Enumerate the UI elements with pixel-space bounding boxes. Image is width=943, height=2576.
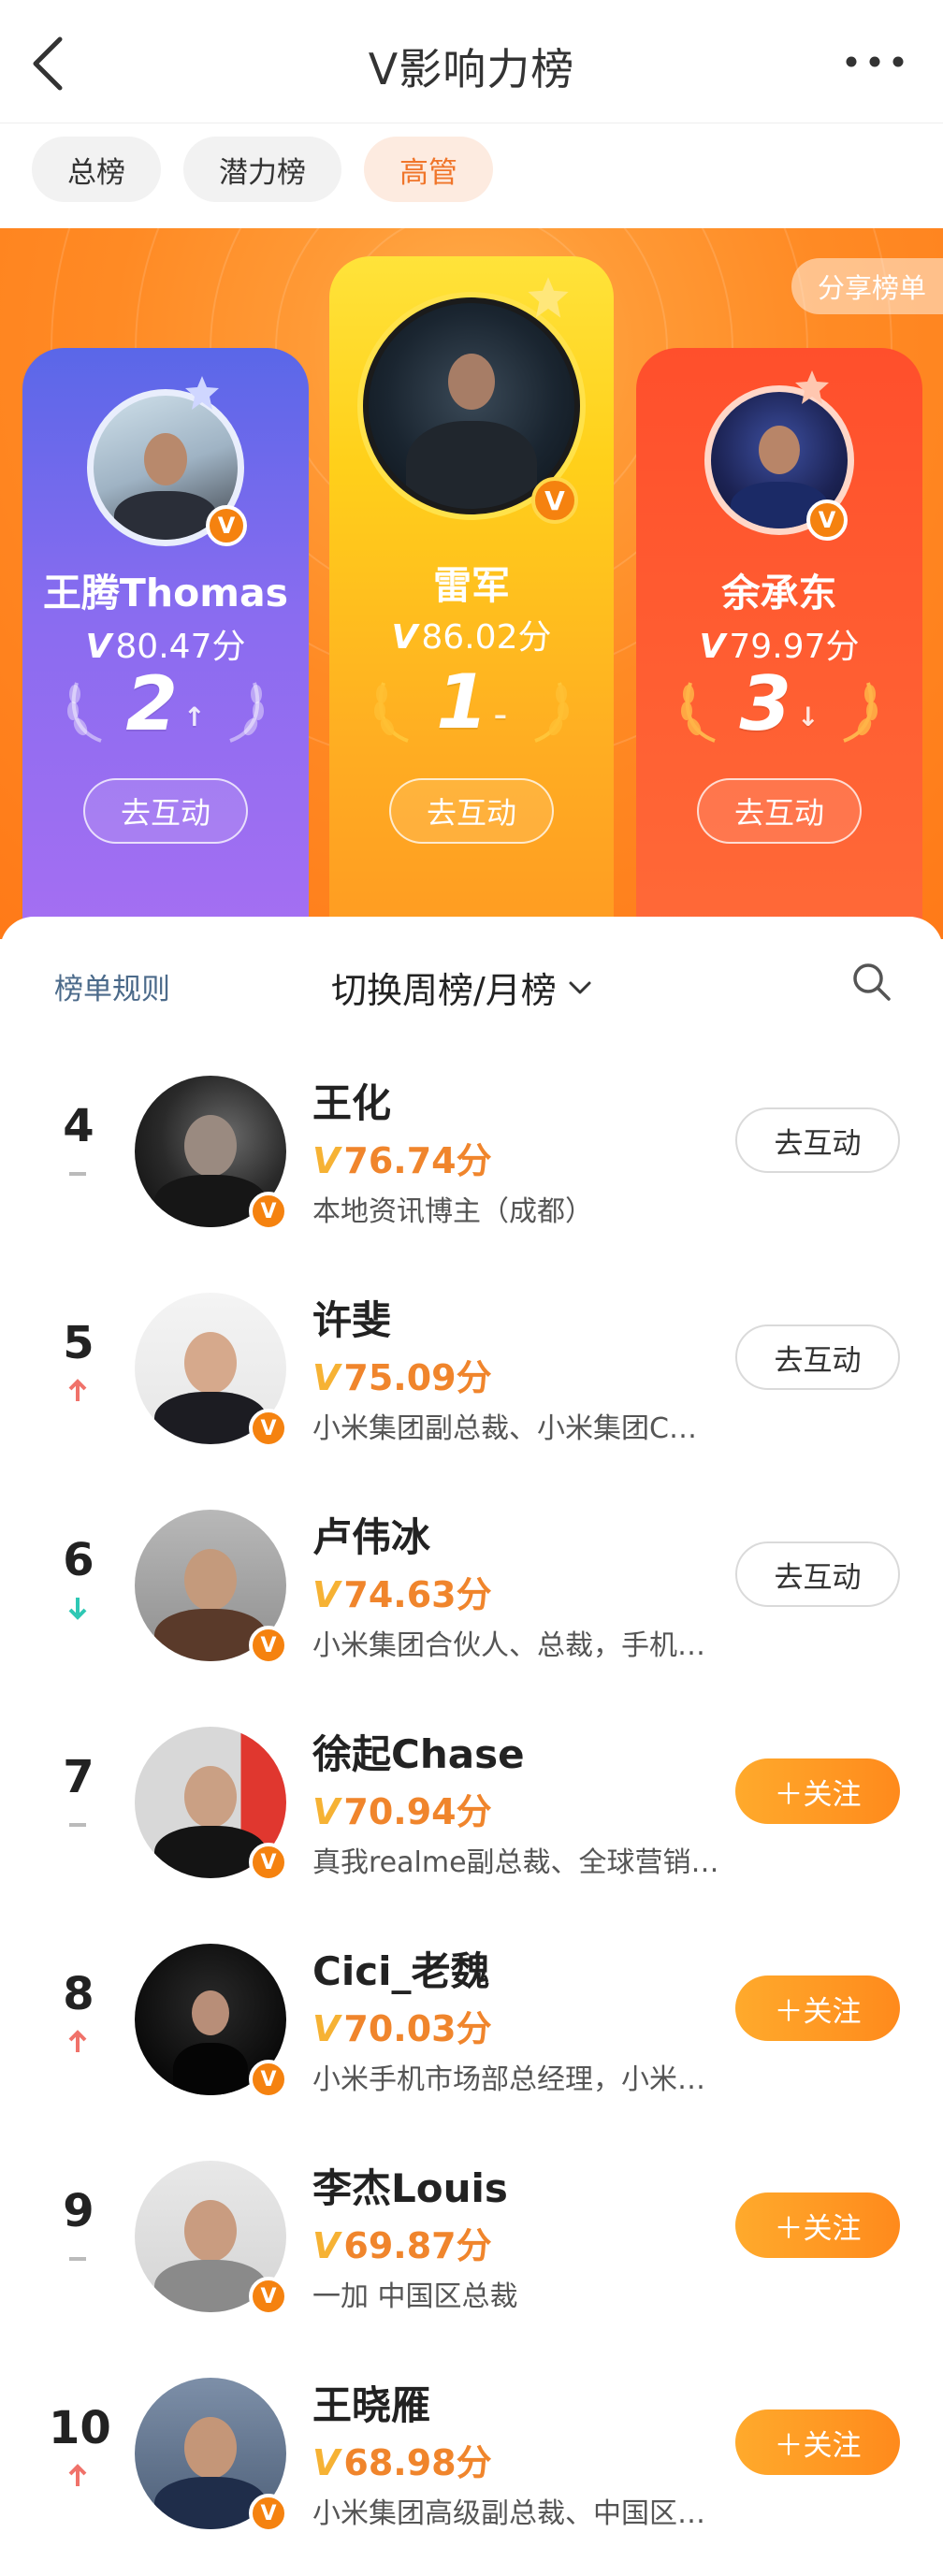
- influence-score: V 70.94分: [312, 1791, 492, 1832]
- user-description: 小米手机市场部总经理，小米…: [312, 2063, 705, 2096]
- list-item[interactable]: 8 V Cici_老魏 V 70.03分 小米手机市场部总经理，小米… ＋关注: [0, 1888, 943, 2105]
- verified-v-icon: V: [206, 505, 247, 546]
- user-name[interactable]: Cici_老魏: [312, 1940, 490, 1997]
- trend-up-icon: [68, 1379, 87, 1401]
- verified-v-icon: V: [249, 1843, 288, 1882]
- interact-button[interactable]: 去互动: [697, 778, 862, 844]
- user-description: 本地资讯博主（成都）: [312, 1195, 593, 1228]
- rank-number: 7: [63, 1751, 94, 1803]
- list-item[interactable]: 5 V 许斐 V 75.09分 小米集团副总裁、小米集团C… 去互动: [0, 1237, 943, 1454]
- top-card-rank-2[interactable]: V 王腾Thomas V 80.47分 2 ↑ 去互动: [22, 348, 309, 939]
- page-title: V影响力榜: [368, 44, 575, 94]
- category-tabs: 总榜 潜力榜 高管: [32, 137, 493, 202]
- list-item[interactable]: 4 V 王化 V 76.74分 本地资讯博主（成都） 去互动: [0, 1020, 943, 1237]
- user-description: 小米集团高级副总裁、中国区…: [312, 2497, 705, 2530]
- top-name: 王腾Thomas: [42, 571, 289, 615]
- interact-button[interactable]: 去互动: [389, 778, 554, 844]
- interact-button[interactable]: 去互动: [735, 1541, 900, 1607]
- rank-number: 3 ↓: [739, 660, 820, 747]
- trend-up-icon: [68, 2030, 87, 2052]
- top3-podium: 分享榜单 V 王腾Thomas V 80.47分 2 ↑ 去互动 V 雷军 V …: [0, 228, 943, 939]
- period-switch-label: 切换周榜/月榜: [331, 970, 557, 1011]
- rank-number: 1–: [436, 658, 507, 745]
- trend-up-icon: [68, 2464, 87, 2486]
- user-description: 小米集团合伙人、总裁，手机…: [312, 1629, 705, 1662]
- search-icon[interactable]: [849, 960, 894, 1005]
- follow-button[interactable]: ＋关注: [735, 1975, 900, 2041]
- trend-unchanged-icon: [69, 1823, 86, 1827]
- verified-v-icon: V: [806, 499, 848, 541]
- top-name: 余承东: [721, 571, 837, 615]
- rank-number: 5: [63, 1317, 94, 1369]
- user-description: 一加 中国区总裁: [312, 2280, 518, 2313]
- follow-button[interactable]: ＋关注: [735, 2410, 900, 2475]
- more-options-icon[interactable]: [842, 41, 907, 82]
- list-item[interactable]: 9 V 李杰Louis V 69.87分 一加 中国区总裁 ＋关注: [0, 2105, 943, 2322]
- trend-unchanged-icon: [69, 1172, 86, 1176]
- interact-button[interactable]: 去互动: [83, 778, 248, 844]
- user-name[interactable]: 徐起Chase: [312, 1723, 525, 1780]
- rank-number: 9: [63, 2185, 94, 2237]
- list-item[interactable]: 6 V 卢伟冰 V 74.63分 小米集团合伙人、总裁，手机… 去互动: [0, 1454, 943, 1671]
- tab-executives[interactable]: 高管: [364, 137, 493, 202]
- user-name[interactable]: 王化: [312, 1072, 391, 1129]
- rank-number: 6: [63, 1534, 94, 1586]
- verified-v-icon: V: [249, 1626, 288, 1665]
- user-name[interactable]: 李杰Louis: [312, 2157, 508, 2214]
- influence-score: V 76.74分: [312, 1140, 492, 1181]
- user-description: 真我realme副总裁、全球营销…: [312, 1846, 719, 1879]
- verified-v-icon: V: [249, 1192, 288, 1231]
- influence-score: V 70.03分: [312, 2008, 492, 2049]
- list-rules-link[interactable]: 榜单规则: [54, 965, 170, 1007]
- user-name[interactable]: 许斐: [312, 1289, 391, 1346]
- star-badge-icon: [528, 277, 569, 318]
- top-score: V 86.02分: [391, 618, 552, 657]
- tab-overall[interactable]: 总榜: [32, 137, 161, 202]
- list-item[interactable]: 7 V 徐起Chase V 70.94分 真我realme副总裁、全球营销… ＋关…: [0, 1671, 943, 1888]
- rank-number: 10: [49, 2402, 111, 2454]
- user-name[interactable]: 卢伟冰: [312, 1506, 430, 1563]
- trend-down-icon: [68, 1598, 87, 1620]
- share-list-button[interactable]: 分享榜单: [791, 258, 943, 314]
- user-description: 小米集团副总裁、小米集团C…: [312, 1412, 697, 1445]
- rank-number: 2 ↑: [125, 660, 206, 747]
- header-bar: V影响力榜: [0, 0, 943, 123]
- interact-button[interactable]: 去互动: [735, 1107, 900, 1173]
- period-switch-dropdown[interactable]: 切换周榜/月榜: [331, 962, 594, 1013]
- rank-number: 4: [63, 1100, 94, 1152]
- tab-potential[interactable]: 潜力榜: [183, 137, 341, 202]
- verified-v-icon: V: [249, 2277, 288, 2316]
- verified-v-icon: V: [249, 1409, 288, 1448]
- star-badge-icon: [185, 376, 219, 410]
- star-badge-icon: [795, 370, 829, 404]
- interact-button[interactable]: 去互动: [735, 1324, 900, 1390]
- rank-number: 8: [63, 1968, 94, 2020]
- verified-v-icon: V: [531, 477, 578, 524]
- follow-button[interactable]: ＋关注: [735, 2192, 900, 2258]
- influence-score: V 74.63分: [312, 1574, 492, 1615]
- trend-unchanged-icon: [69, 2257, 86, 2261]
- user-name[interactable]: 王晓雁: [312, 2374, 430, 2431]
- verified-v-icon: V: [249, 2494, 288, 2533]
- ranking-panel: 榜单规则 切换周榜/月榜 4 V 王化 V 76.74分 本地资讯博主（成都） 去…: [0, 917, 943, 2576]
- influence-score: V 69.87分: [312, 2225, 492, 2266]
- verified-v-icon: V: [249, 2060, 288, 2099]
- top-card-rank-3[interactable]: V 余承东 V 79.97分 3 ↓ 去互动: [636, 348, 922, 939]
- chevron-down-icon: [569, 981, 591, 993]
- influence-score: V 75.09分: [312, 1357, 492, 1398]
- top-name: 雷军: [433, 563, 510, 608]
- follow-button[interactable]: ＋关注: [735, 1758, 900, 1824]
- list-item[interactable]: 10 V 王晓雁 V 68.98分 小米集团高级副总裁、中国区… ＋关注: [0, 2322, 943, 2539]
- top-card-rank-1[interactable]: V 雷军 V 86.02分 1– 去互动: [329, 256, 614, 939]
- influence-score: V 68.98分: [312, 2442, 492, 2483]
